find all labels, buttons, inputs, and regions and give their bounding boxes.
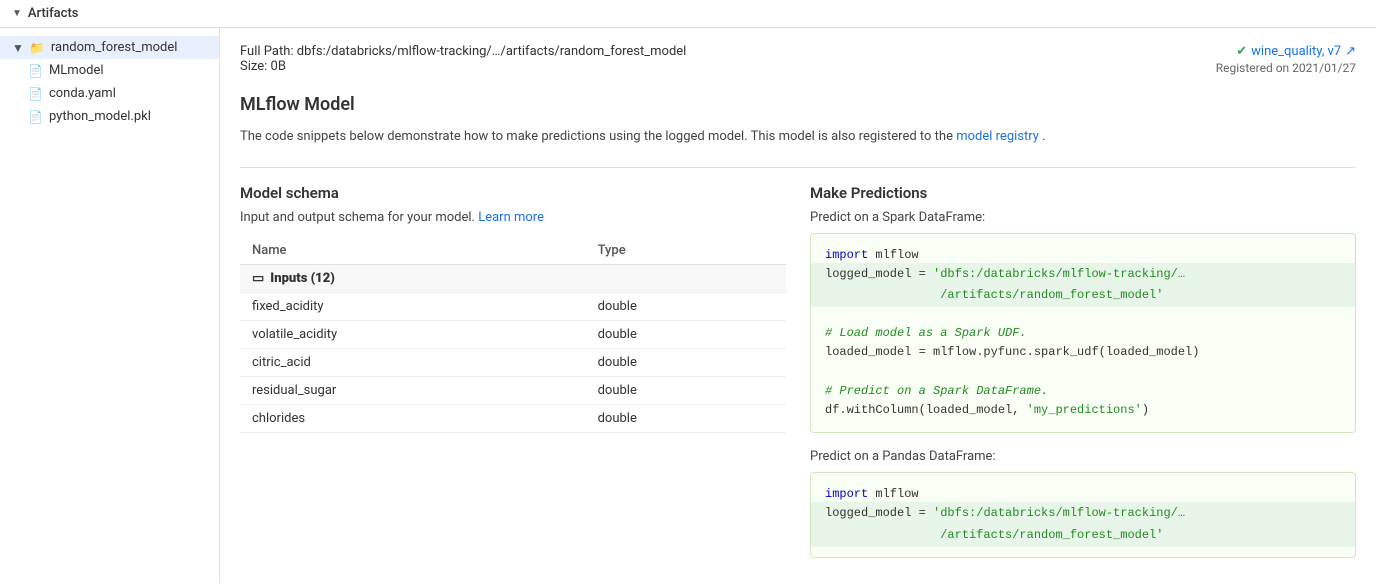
field-type: double [586, 321, 786, 349]
header-title: Artifacts [28, 6, 79, 21]
schema-header-row: Name Type [240, 237, 786, 265]
schema-table-container[interactable]: Name Type ▭ Inputs (12) [240, 237, 786, 434]
schema-title: Model schema [240, 184, 786, 202]
spark-subtitle: Predict on a Spark DataFrame: [810, 210, 1356, 225]
section-title: MLflow Model [240, 94, 1356, 115]
sidebar-item-mlmodel[interactable]: 📄 MLmodel [0, 59, 219, 82]
table-row: citric_acid double [240, 349, 786, 377]
code-line: df.withColumn(loaded_model, 'my_predicti… [825, 403, 1149, 417]
table-row: chlorides double [240, 405, 786, 433]
table-row: residual_sugar double [240, 377, 786, 405]
code-line: import mlflow [825, 248, 919, 262]
main-layout: ▼ 📁 random_forest_model 📄 MLmodel 📄 cond… [0, 28, 1376, 583]
sidebar-item-label: MLmodel [49, 63, 104, 78]
sidebar-item-label: python_model.pkl [49, 109, 151, 124]
schema-table: Name Type ▭ Inputs (12) [240, 237, 786, 434]
main-content: Full Path: dbfs:/databricks/mlflow-track… [220, 28, 1376, 583]
path-info-row: Full Path: dbfs:/databricks/mlflow-track… [240, 44, 1356, 90]
code-line: # Predict on a Spark DataFrame. [825, 384, 1048, 398]
field-name: volatile_acidity [240, 321, 586, 349]
sidebar-item-random-forest-model[interactable]: ▼ 📁 random_forest_model [0, 36, 219, 59]
description: The code snippets below demonstrate how … [240, 127, 1356, 147]
check-icon: ✔ [1236, 44, 1247, 59]
file-tree-sidebar: ▼ 📁 random_forest_model 📄 MLmodel 📄 cond… [0, 28, 220, 583]
code-line-highlight: /artifacts/random_forest_model' [811, 524, 1355, 547]
full-path-label: Full Path: [240, 44, 294, 59]
sidebar-item-conda-yaml[interactable]: 📄 conda.yaml [0, 82, 219, 105]
path-block: Full Path: dbfs:/databricks/mlflow-track… [240, 44, 686, 90]
registered-name: wine_quality, v7 [1251, 44, 1341, 59]
artifacts-header: ▼ Artifacts [0, 0, 1376, 28]
spark-code-block[interactable]: import mlflow logged_model = 'dbfs:/data… [810, 233, 1356, 434]
two-column-section: Model schema Input and output schema for… [240, 167, 1356, 574]
field-name: fixed_acidity [240, 293, 586, 321]
code-line: loaded_model = mlflow.pyfunc.spark_udf(l… [825, 345, 1199, 359]
inputs-label: Inputs (12) [270, 271, 335, 286]
code-line-highlight: logged_model = 'dbfs:/databricks/mlflow-… [811, 502, 1355, 525]
inputs-group-row: ▭ Inputs (12) [240, 264, 786, 293]
pandas-code-block[interactable]: import mlflow logged_model = 'dbfs:/data… [810, 472, 1356, 558]
folder-icon: 📁 [30, 41, 45, 55]
file-icon: 📄 [28, 64, 43, 78]
schema-column: Model schema Input and output schema for… [240, 184, 786, 574]
field-type: double [586, 293, 786, 321]
learn-more-link[interactable]: Learn more [478, 210, 544, 225]
file-icon: 📄 [28, 87, 43, 101]
col-type-header: Type [586, 237, 786, 265]
code-line: import mlflow [825, 487, 919, 501]
predictions-column: Make Predictions Predict on a Spark Data… [810, 184, 1356, 574]
description-end: . [1042, 129, 1045, 144]
code-line-highlight: /artifacts/random_forest_model' [811, 284, 1355, 307]
model-registry-link[interactable]: model registry [956, 129, 1039, 144]
description-text: The code snippets below demonstrate how … [240, 129, 953, 144]
schema-subtitle-text: Input and output schema for your model. [240, 210, 475, 225]
registered-badge: ✔ wine_quality, v7 ↗ Registered on 2021/… [1216, 44, 1356, 75]
file-icon: 📄 [28, 110, 43, 124]
full-path-value: dbfs:/databricks/mlflow-tracking/…/artif… [297, 44, 687, 59]
table-row: fixed_acidity double [240, 293, 786, 321]
code-line: # Load model as a Spark UDF. [825, 326, 1027, 340]
field-name: citric_acid [240, 349, 586, 377]
size-info: Size: 0B [240, 59, 686, 74]
sidebar-item-python-model-pkl[interactable]: 📄 python_model.pkl [0, 105, 219, 128]
chevron-down-icon: ▼ [12, 41, 24, 55]
code-line-highlight: logged_model = 'dbfs:/databricks/mlflow-… [811, 263, 1355, 286]
sidebar-item-label: random_forest_model [51, 40, 178, 55]
predictions-title: Make Predictions [810, 184, 1356, 202]
field-type: double [586, 349, 786, 377]
registered-date: Registered on 2021/01/27 [1216, 61, 1356, 75]
field-type: double [586, 405, 786, 433]
full-path: Full Path: dbfs:/databricks/mlflow-track… [240, 44, 686, 59]
expand-icon[interactable]: ▭ [252, 271, 264, 286]
field-name: residual_sugar [240, 377, 586, 405]
col-name-header: Name [240, 237, 586, 265]
registered-model-link[interactable]: ✔ wine_quality, v7 ↗ [1236, 44, 1356, 59]
inputs-label-cell: ▭ Inputs (12) [240, 265, 586, 293]
table-row: volatile_acidity double [240, 321, 786, 349]
collapse-chevron[interactable]: ▼ [12, 8, 22, 19]
schema-subtitle: Input and output schema for your model. … [240, 210, 786, 225]
external-link-icon: ↗ [1345, 44, 1356, 59]
field-name: chlorides [240, 405, 586, 433]
pandas-subtitle: Predict on a Pandas DataFrame: [810, 449, 1356, 464]
inputs-type-cell [586, 264, 786, 293]
sidebar-item-label: conda.yaml [49, 86, 116, 101]
size-label: Size: [240, 59, 267, 74]
field-type: double [586, 377, 786, 405]
size-value: 0B [271, 59, 286, 74]
